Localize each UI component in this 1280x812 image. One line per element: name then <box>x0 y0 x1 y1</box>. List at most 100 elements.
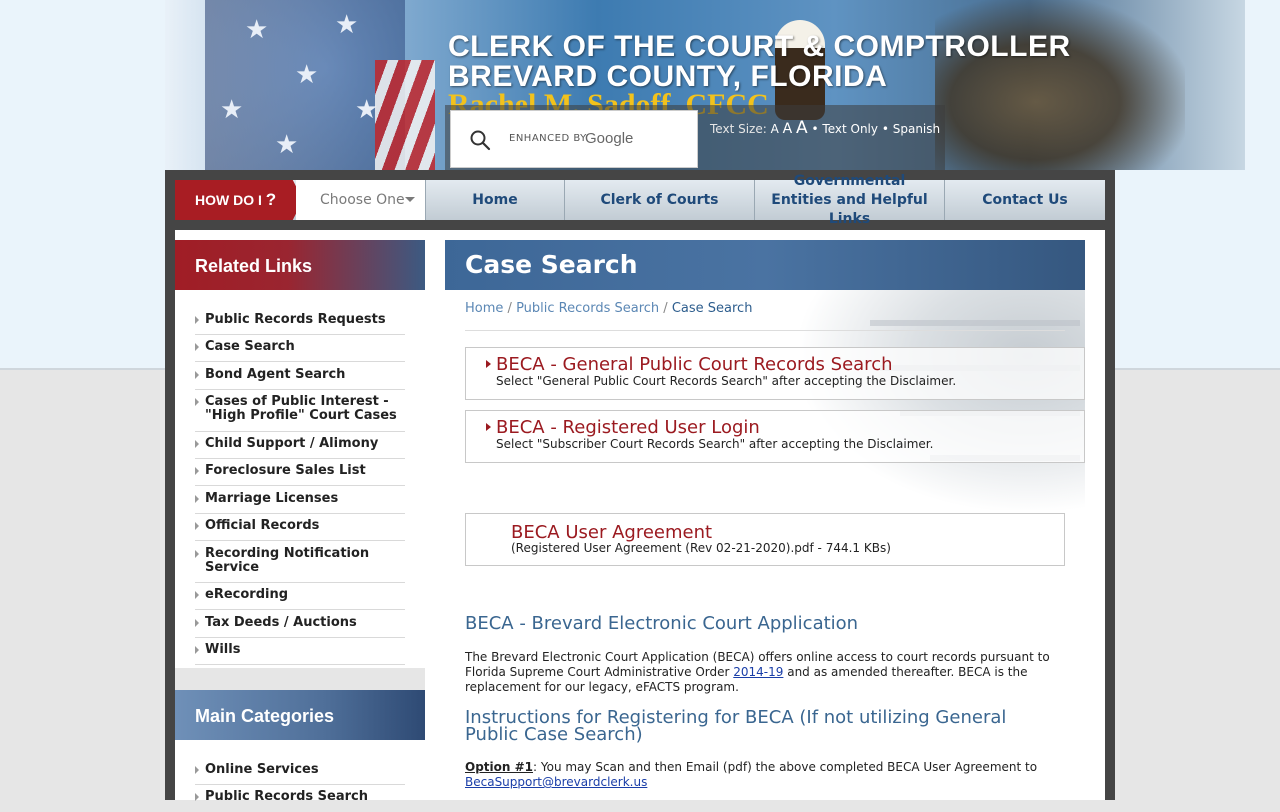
beca-registered-login-link[interactable]: BECA - Registered User Login Select "Sub… <box>465 410 1085 463</box>
sidebar-item-label: Foreclosure Sales List <box>205 463 366 478</box>
sidebar-item-label: Wills <box>205 642 241 657</box>
sidebar-item-label: eRecording <box>205 587 289 602</box>
text-only-link[interactable]: Text Only <box>822 122 878 136</box>
star-icon: ★ <box>335 10 359 40</box>
triangle-right-icon <box>195 646 199 654</box>
divider <box>465 330 1065 331</box>
triangle-right-icon <box>195 316 199 324</box>
nav-contact-us[interactable]: Contact Us <box>944 180 1105 220</box>
link-title[interactable]: BECA - General Public Court Records Sear… <box>496 354 893 375</box>
accessibility-tools: Text Size: A A A • Text Only • Spanish <box>710 118 940 138</box>
how-do-i-select-value: Choose One <box>320 192 405 208</box>
beca-general-search-link[interactable]: BECA - General Public Court Records Sear… <box>465 347 1085 400</box>
triangle-right-icon <box>195 371 199 379</box>
related-links-heading: Related Links <box>175 240 425 290</box>
sidebar-item-label: Recording Notification Service <box>205 546 370 575</box>
paragraph-text: : You may Scan and then Email (pdf) the … <box>533 760 1038 774</box>
sidebar-gap <box>175 668 425 690</box>
sidebar-item-high-profile-cases[interactable]: Cases of Public Interest - "High Profile… <box>195 395 405 432</box>
separator-bullet: • <box>881 122 889 136</box>
search-icon[interactable] <box>469 129 491 151</box>
sidebar-item-label: Tax Deeds / Auctions <box>205 615 357 630</box>
separator-bullet: • <box>811 122 819 136</box>
sidebar-item-label: Public Records Search <box>205 789 369 804</box>
triangle-right-icon <box>195 440 199 448</box>
option1-paragraph: Option #1: You may Scan and then Email (… <box>465 760 1065 790</box>
text-size-medium-button[interactable]: A <box>783 121 793 137</box>
section-heading-instructions: Instructions for Registering for BECA (I… <box>465 707 1007 745</box>
sidebar-item-label: Online Services <box>205 762 319 777</box>
how-do-i-text: HOW DO I <box>195 192 262 208</box>
nav-home[interactable]: Home <box>425 180 564 220</box>
breadcrumb-separator: / <box>507 301 512 316</box>
section-heading-beca: BECA - Brevard Electronic Court Applicat… <box>465 613 859 634</box>
sidebar-item-case-search[interactable]: Case Search <box>195 340 405 362</box>
triangle-right-icon <box>195 522 199 530</box>
sidebar-item-wills[interactable]: Wills <box>195 643 405 665</box>
triangle-right-icon <box>195 591 199 599</box>
nav-governmental-entities[interactable]: Governmental Entities and Helpful Links <box>754 173 944 227</box>
sidebar-item-official-records[interactable]: Official Records <box>195 519 405 541</box>
text-size-small-button[interactable]: A <box>771 122 779 136</box>
triangle-right-icon <box>195 550 199 558</box>
sidebar-item-erecording[interactable]: eRecording <box>195 588 405 610</box>
sidebar-item-online-services[interactable]: Online Services <box>195 763 405 785</box>
link-title[interactable]: BECA - Registered User Login <box>496 417 760 438</box>
palm-tree-image <box>935 0 1185 170</box>
option1-label: Option #1 <box>465 760 534 774</box>
triangle-right-icon <box>195 467 199 475</box>
sidebar-item-label: Bond Agent Search <box>205 367 346 382</box>
text-size-large-button[interactable]: A <box>796 118 808 138</box>
sidebar-item-marriage-licenses[interactable]: Marriage Licenses <box>195 492 405 514</box>
star-icon: ★ <box>245 15 269 45</box>
sidebar-item-label: Public Records Requests <box>205 312 386 327</box>
triangle-right-icon <box>195 495 199 503</box>
sidebar-item-public-records-search[interactable]: Public Records Search <box>195 790 405 812</box>
flag-stripes-image <box>375 60 435 170</box>
sidebar-item-label: Official Records <box>205 518 320 533</box>
text-size-label: Text Size: <box>710 122 767 136</box>
sidebar-item-label: Cases of Public Interest - "High Profile… <box>205 394 397 423</box>
nav-clerk-of-courts[interactable]: Clerk of Courts <box>564 180 754 220</box>
triangle-right-icon <box>195 766 199 774</box>
agreement-title[interactable]: BECA User Agreement <box>511 522 712 543</box>
sidebar-item-bond-agent-search[interactable]: Bond Agent Search <box>195 368 405 390</box>
sidebar-item-foreclosure-sales[interactable]: Foreclosure Sales List <box>195 464 405 486</box>
spanish-link[interactable]: Spanish <box>893 122 940 136</box>
sidebar-item-public-records-requests[interactable]: Public Records Requests <box>195 313 405 335</box>
admin-order-link[interactable]: 2014-19 <box>733 665 783 679</box>
sidebar-item-child-support[interactable]: Child Support / Alimony <box>195 437 405 459</box>
breadcrumb: Home / Public Records Search / Case Sear… <box>465 301 752 316</box>
page-title: Case Search <box>445 240 1085 290</box>
breadcrumb-current: Case Search <box>671 301 753 316</box>
sidebar-item-recording-notification[interactable]: Recording Notification Service <box>195 547 405 583</box>
link-description: Select "Subscriber Court Records Search"… <box>496 437 934 451</box>
breadcrumb-home[interactable]: Home <box>465 301 503 316</box>
sidebar-item-tax-deeds[interactable]: Tax Deeds / Auctions <box>195 616 405 638</box>
chevron-down-icon <box>405 197 415 202</box>
site-title-line1: CLERK OF THE COURT & COMPTROLLER <box>448 30 1071 63</box>
main-categories-heading: Main Categories <box>175 690 425 740</box>
star-icon: ★ <box>275 130 299 160</box>
breadcrumb-separator: / <box>663 301 668 316</box>
shelf-decoration <box>870 320 1080 326</box>
triangle-right-icon <box>195 619 199 627</box>
star-icon: ★ <box>295 60 319 90</box>
triangle-right-icon <box>195 343 199 351</box>
beca-user-agreement-download[interactable]: BECA User Agreement (Registered User Agr… <box>465 513 1065 566</box>
triangle-right-icon <box>486 423 491 431</box>
star-icon: ★ <box>220 95 244 125</box>
how-do-i-label: HOW DO I ? <box>175 180 303 220</box>
beca-description: The Brevard Electronic Court Application… <box>465 650 1065 695</box>
search-input[interactable]: ENHANCED BY Google <box>450 110 698 168</box>
link-description: Select "General Public Court Records Sea… <box>496 374 957 388</box>
agreement-file-info: (Registered User Agreement (Rev 02-21-20… <box>511 541 891 555</box>
sidebar-item-label: Child Support / Alimony <box>205 436 379 451</box>
beca-support-email-link[interactable]: BecaSupport@brevardclerk.us <box>465 775 647 789</box>
triangle-right-icon <box>195 398 199 406</box>
sidebar-item-label: Marriage Licenses <box>205 491 339 506</box>
how-do-i-select[interactable]: Choose One <box>296 180 425 220</box>
how-do-i-question: ? <box>265 190 277 209</box>
triangle-right-icon <box>486 360 491 368</box>
breadcrumb-public-records-search[interactable]: Public Records Search <box>516 301 659 316</box>
